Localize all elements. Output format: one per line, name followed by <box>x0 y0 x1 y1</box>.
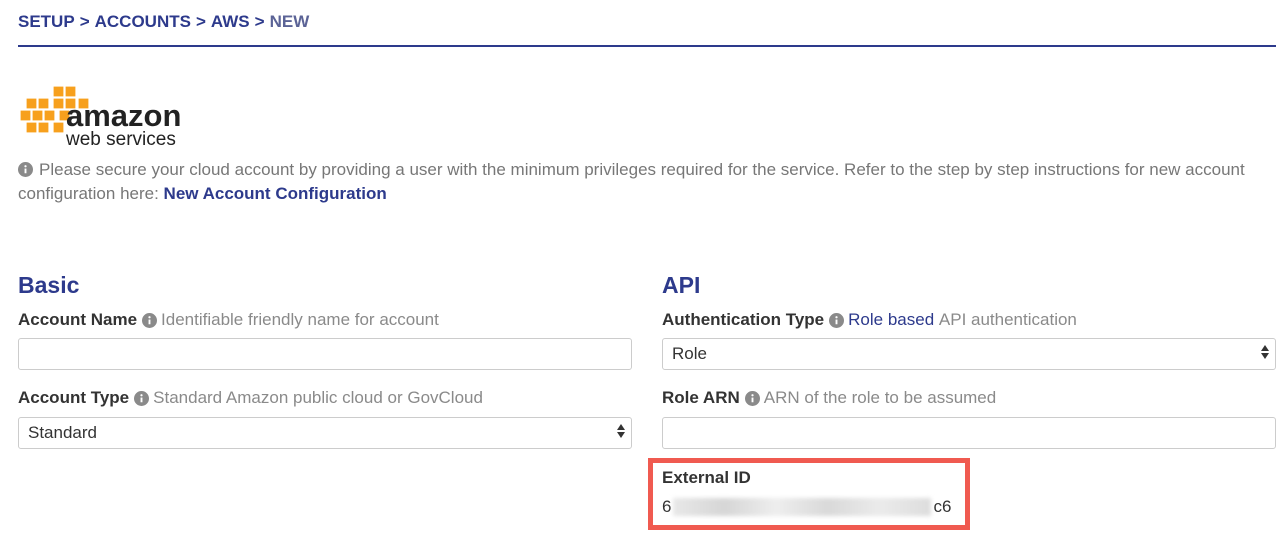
breadcrumb-current: NEW <box>269 12 310 31</box>
select-arrows-icon <box>617 424 625 438</box>
auth-type-selected: Role <box>672 344 707 363</box>
breadcrumb-aws[interactable]: AWS <box>211 12 250 32</box>
role-arn-label-row: Role ARN ARN of the role to be assumed <box>662 388 996 408</box>
info-icon <box>134 390 150 406</box>
info-icon <box>829 312 845 328</box>
external-id-redacted <box>673 498 932 516</box>
external-id-value: 6 c6 <box>662 497 951 517</box>
account-name-hint: Identifiable friendly name for account <box>161 310 439 329</box>
basic-section-title: Basic <box>18 272 80 298</box>
info-icon <box>142 312 158 328</box>
breadcrumb-setup[interactable]: SETUP <box>18 12 75 32</box>
account-name-label-row: Account Name Identifiable friendly name … <box>18 310 439 330</box>
external-id-end: c6 <box>933 497 952 516</box>
breadcrumb-separator: > <box>254 12 265 31</box>
logo-word-webservices: web services <box>65 129 176 148</box>
role-arn-label: Role ARN <box>662 388 740 407</box>
aws-logo: amazon web services <box>19 85 181 148</box>
info-icon <box>744 390 760 406</box>
role-arn-hint: ARN of the role to be assumed <box>763 388 997 407</box>
external-id-start: 6 <box>662 497 672 516</box>
auth-type-select[interactable]: Role <box>662 338 1276 370</box>
account-type-label: Account Type <box>18 388 130 407</box>
breadcrumb-separator: > <box>79 12 90 31</box>
auth-type-hint-link: Role based <box>848 310 935 329</box>
account-name-input[interactable] <box>18 338 632 370</box>
external-id-label: External ID <box>662 468 751 487</box>
breadcrumb: SETUP > ACCOUNTS > AWS > NEW <box>18 12 309 32</box>
account-name-label: Account Name <box>18 310 138 329</box>
breadcrumb-accounts[interactable]: ACCOUNTS <box>95 12 191 32</box>
account-type-hint: Standard Amazon public cloud or GovCloud <box>153 388 483 407</box>
logo-word-amazon: amazon <box>66 98 181 133</box>
header-divider <box>18 45 1276 47</box>
new-account-configuration-link[interactable]: New Account Configuration <box>164 184 387 203</box>
api-section-title: API <box>662 272 701 298</box>
account-type-label-row: Account Type Standard Amazon public clou… <box>18 388 483 408</box>
role-arn-input[interactable] <box>662 417 1276 449</box>
info-icon <box>18 162 33 177</box>
account-type-select[interactable]: Standard <box>18 417 632 449</box>
select-arrows-icon <box>1261 345 1269 359</box>
auth-type-label: Authentication Type <box>662 310 825 329</box>
auth-type-hint: API authentication <box>938 310 1077 329</box>
account-type-selected: Standard <box>28 423 97 442</box>
auth-type-label-row: Authentication Type Role based API authe… <box>662 310 1077 330</box>
info-message: Please secure your cloud account by prov… <box>18 158 1280 206</box>
breadcrumb-separator: > <box>195 12 206 31</box>
